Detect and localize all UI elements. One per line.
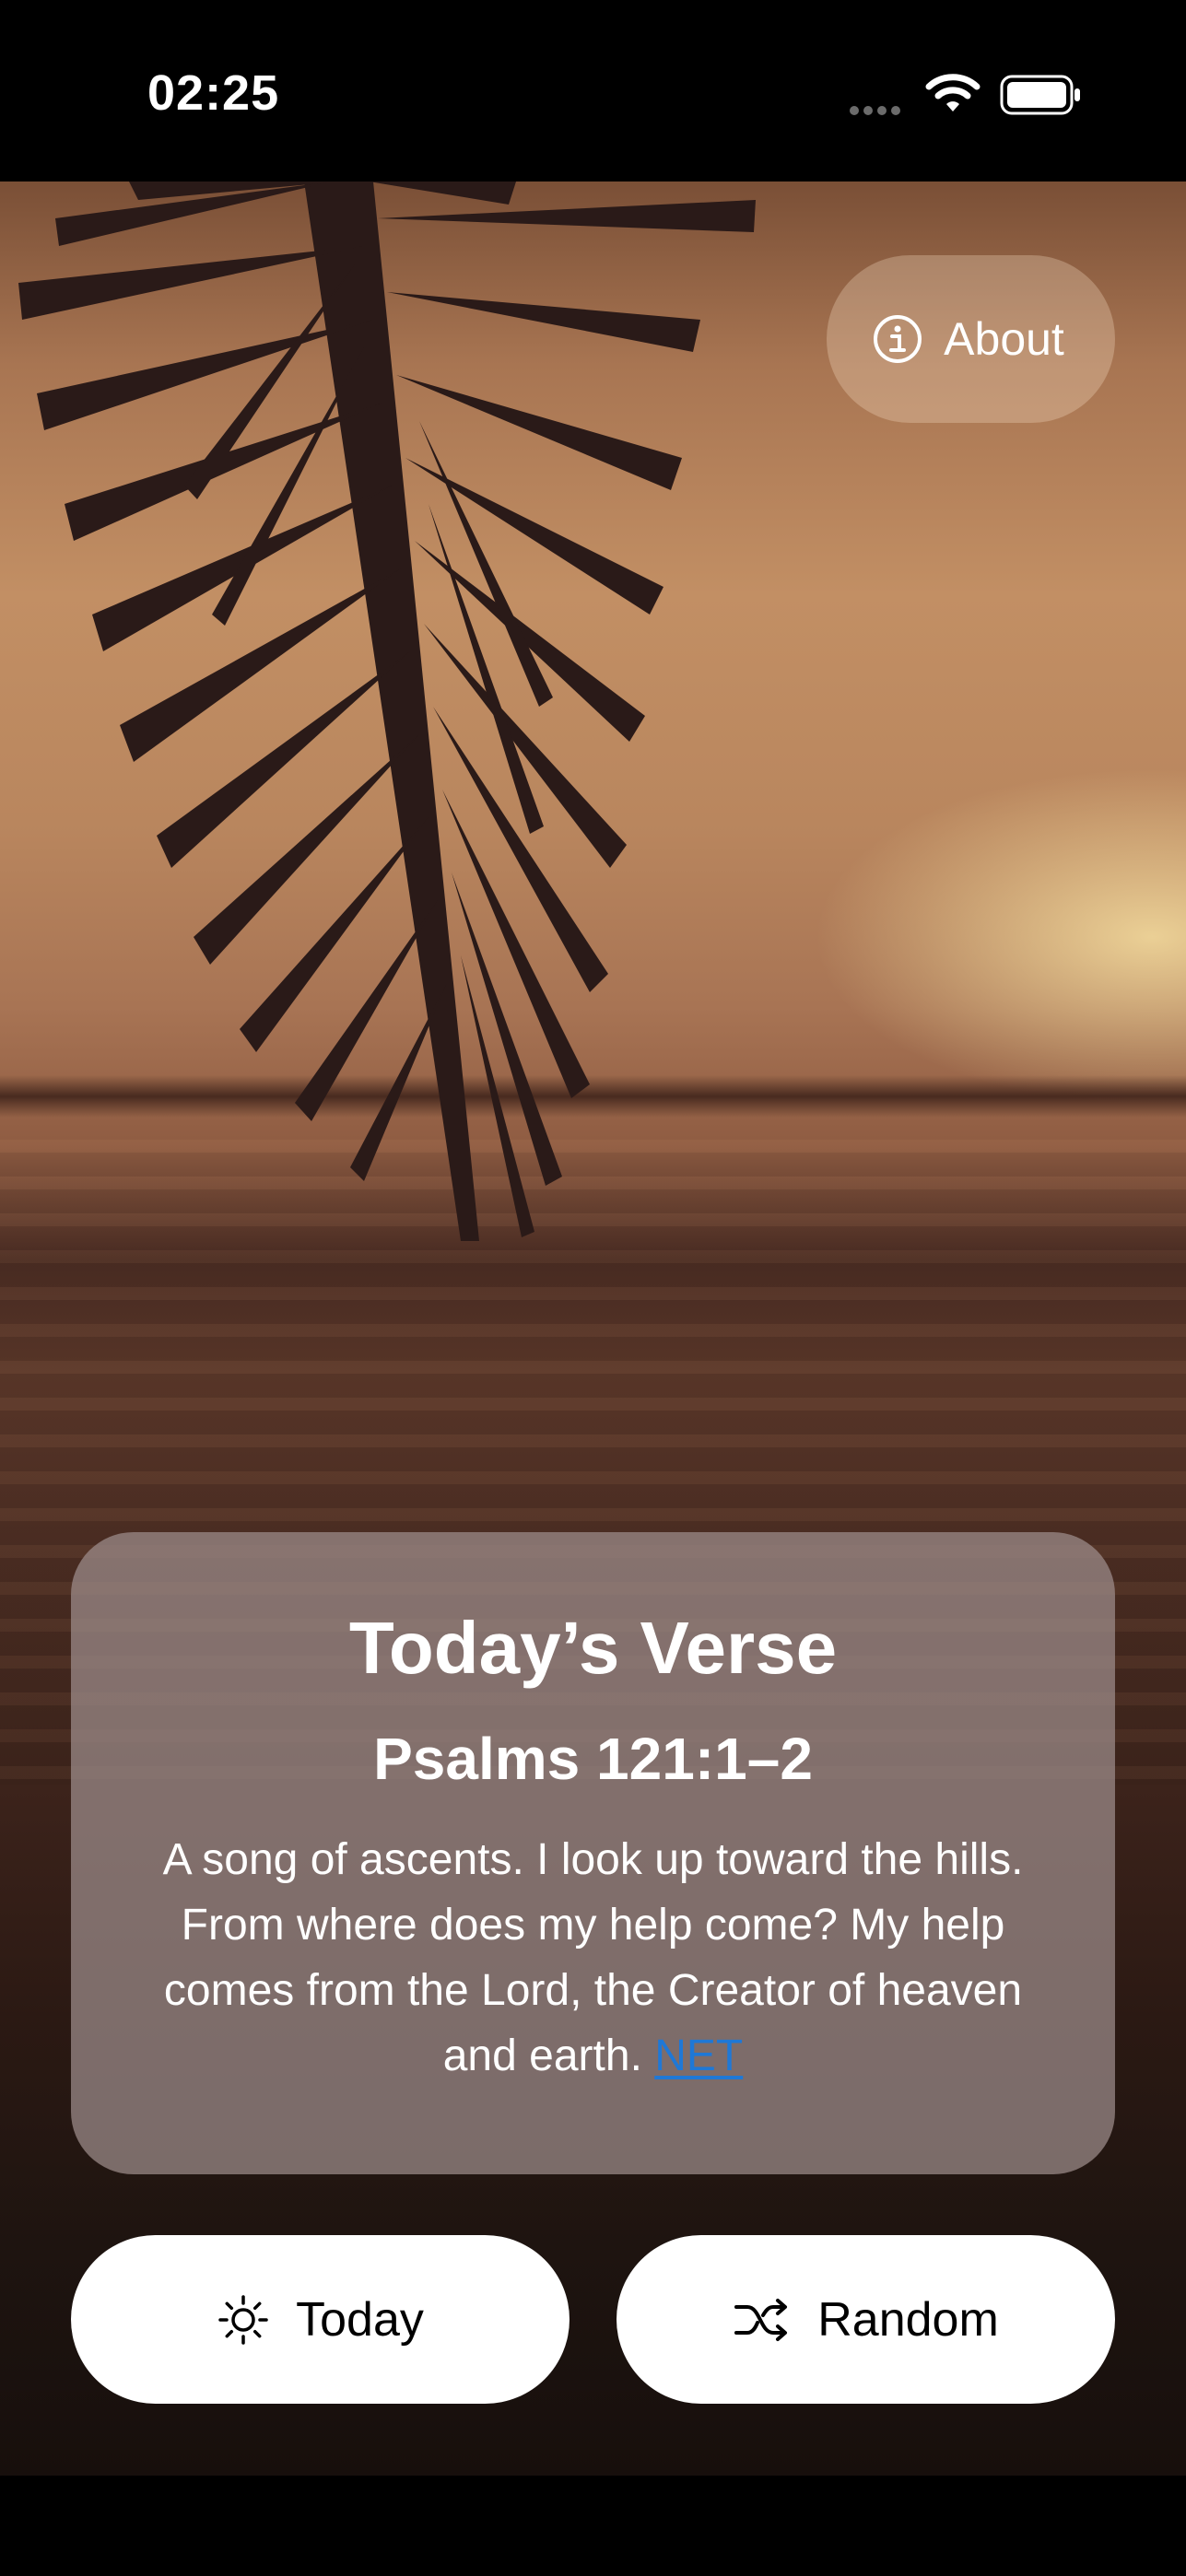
verse-card: Today’s Verse Psalms 121:1–2 A song of a… — [71, 1532, 1115, 2174]
info-circle-icon — [874, 315, 922, 363]
translation-link[interactable]: NET — [654, 2032, 743, 2080]
today-button-label: Today — [296, 2292, 424, 2347]
cellular-signal-icon — [850, 103, 905, 120]
status-time: 02:25 — [147, 65, 280, 121]
shuffle-icon — [734, 2298, 788, 2341]
about-button[interactable]: About — [827, 255, 1115, 423]
sun-icon — [218, 2294, 268, 2345]
battery-icon — [1000, 75, 1080, 115]
palm-frond-silhouette — [18, 181, 756, 1241]
status-bar: 02:25 — [0, 0, 1186, 181]
verse-reference: Psalms 121:1–2 — [373, 1726, 813, 1792]
about-button-label: About — [944, 313, 1064, 365]
verse-text-block: A song of ascents. I look up toward the … — [135, 1827, 1051, 2089]
random-button-label: Random — [817, 2292, 999, 2347]
home-indicator-area — [0, 2476, 1186, 2576]
random-button[interactable]: Random — [616, 2235, 1115, 2404]
verse-text: A song of ascents. I look up toward the … — [162, 1835, 1024, 2080]
verse-card-title: Today’s Verse — [348, 1607, 838, 1689]
today-button[interactable]: Today — [71, 2235, 570, 2404]
wifi-icon — [925, 74, 981, 111]
